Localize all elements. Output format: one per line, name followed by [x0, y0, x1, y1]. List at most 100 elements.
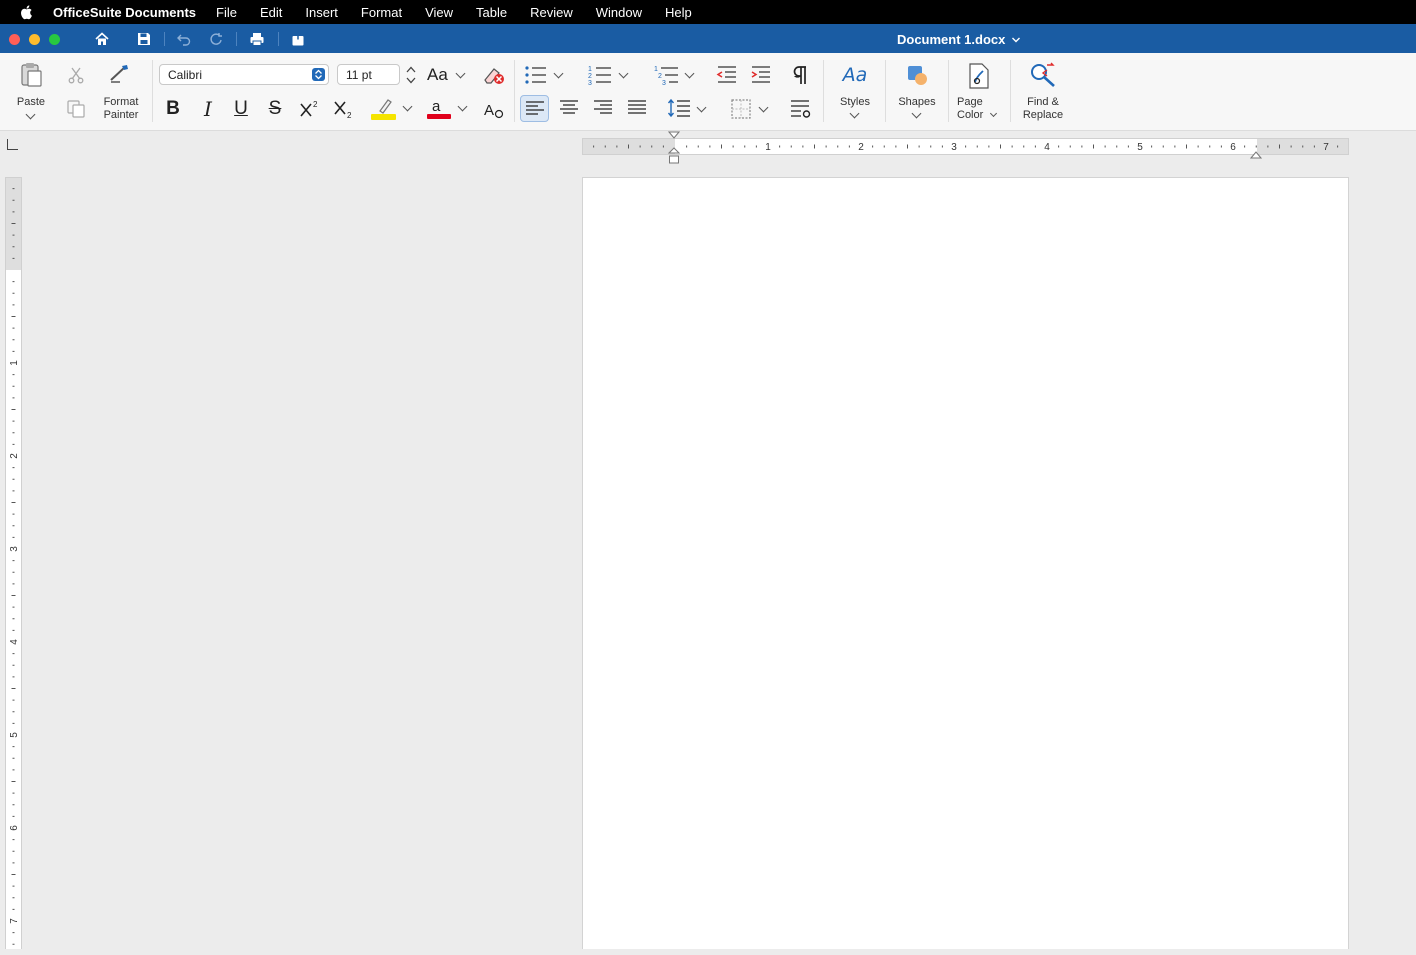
redo-icon[interactable] [208, 31, 224, 47]
strikethrough-label: S [268, 98, 282, 119]
share-icon[interactable] [290, 31, 306, 47]
cut-icon[interactable] [67, 66, 85, 84]
numbered-list-icon[interactable]: 1 2 3 [588, 64, 612, 86]
shapes-label[interactable]: Shapes [894, 96, 940, 109]
menu-help[interactable]: Help [665, 5, 692, 20]
quick-access-divider-3 [278, 32, 279, 46]
document-page[interactable] [582, 177, 1349, 949]
ribbon-divider [885, 60, 886, 122]
ribbon-divider [1010, 60, 1011, 122]
ruler-number: 5 [1137, 142, 1143, 153]
print-icon[interactable] [249, 31, 265, 47]
align-center-icon[interactable] [559, 99, 579, 117]
menu-window[interactable]: Window [596, 5, 642, 20]
font-name-select[interactable]: Calibri [159, 64, 329, 85]
subscript-icon[interactable]: 2 [332, 98, 356, 120]
styles-label[interactable]: Styles [833, 96, 877, 109]
close-window-button[interactable] [9, 34, 20, 45]
svg-text:3: 3 [662, 80, 666, 86]
paste-button-label[interactable]: Paste [10, 96, 52, 109]
clear-formatting-icon[interactable] [482, 64, 506, 86]
menu-bar: OfficeSuite Documents File Edit Insert F… [0, 0, 1416, 24]
home-icon[interactable] [94, 31, 110, 47]
underline-button[interactable]: U [230, 97, 252, 121]
strikethrough-button[interactable]: S [264, 97, 286, 121]
horizontal-ruler[interactable]: 1 2 3 4 5 6 7 [582, 138, 1349, 155]
paste-icon[interactable] [19, 61, 43, 87]
font-size-stepper-icon[interactable] [404, 64, 418, 86]
ruler-number: 2 [858, 142, 864, 153]
vertical-ruler[interactable]: 1 2 3 4 5 6 7 [5, 177, 22, 949]
align-left-button[interactable] [520, 95, 549, 122]
bullet-list-icon[interactable] [524, 65, 548, 85]
bold-button[interactable]: B [162, 97, 184, 121]
change-case-label: Aa [427, 65, 448, 84]
increase-indent-icon[interactable] [750, 64, 772, 86]
ruler-number: 4 [9, 639, 20, 645]
document-title: Document 1.docx [897, 32, 1006, 47]
minimize-window-button[interactable] [29, 34, 40, 45]
character-style-icon[interactable]: A [483, 98, 505, 120]
superscript-icon[interactable]: 2 [298, 98, 322, 120]
chevron-down-icon [1012, 37, 1021, 42]
menu-format[interactable]: Format [361, 5, 402, 20]
line-spacing-icon[interactable] [667, 97, 691, 119]
svg-text:2: 2 [313, 100, 318, 109]
styles-icon[interactable]: Aa [840, 63, 870, 87]
svg-text:1: 1 [654, 66, 658, 73]
page-color-icon[interactable] [967, 62, 991, 90]
undo-icon[interactable] [176, 31, 192, 47]
menu-edit[interactable]: Edit [260, 5, 282, 20]
tab-stop-selector[interactable] [7, 139, 18, 150]
first-line-indent-marker[interactable] [668, 131, 680, 165]
show-formatting-marks-icon[interactable] [792, 64, 810, 86]
align-left-icon [526, 101, 544, 115]
ruler-number: 5 [9, 732, 20, 738]
right-indent-marker[interactable] [1250, 149, 1262, 159]
menu-view[interactable]: View [425, 5, 453, 20]
find-replace-label[interactable]: Find & Replace [1018, 96, 1068, 122]
borders-icon[interactable] [730, 98, 752, 120]
menu-insert[interactable]: Insert [305, 5, 338, 20]
apple-icon[interactable] [19, 4, 35, 20]
font-size-value: 11 pt [346, 67, 372, 82]
app-name-menu[interactable]: OfficeSuite Documents [53, 5, 196, 20]
horizontal-ruler-ticks: 1 2 3 4 5 6 7 [583, 139, 1348, 154]
svg-text:3: 3 [588, 80, 592, 86]
underline-label: U [234, 98, 248, 119]
format-painter-icon[interactable] [108, 63, 134, 85]
svg-text:a: a [432, 98, 441, 115]
ribbon-divider [514, 60, 515, 122]
page-color-label[interactable]: Page Color [957, 96, 997, 122]
ruler-number: 7 [9, 918, 20, 924]
paragraph-settings-icon[interactable] [790, 98, 812, 120]
menu-review[interactable]: Review [530, 5, 573, 20]
find-replace-icon[interactable] [1028, 62, 1058, 88]
multilevel-list-icon[interactable]: 1 2 3 [654, 64, 680, 86]
font-color-icon[interactable]: a [426, 96, 452, 122]
ruler-number: 4 [1044, 142, 1050, 153]
shapes-icon[interactable] [905, 63, 931, 89]
decrease-indent-icon[interactable] [716, 64, 738, 86]
ruler-number: 1 [765, 142, 771, 153]
ruler-number: 3 [9, 546, 20, 552]
ribbon-divider [823, 60, 824, 122]
copy-icon[interactable] [66, 99, 86, 119]
ruler-number: 3 [951, 142, 957, 153]
menu-table[interactable]: Table [476, 5, 507, 20]
highlight-color-icon[interactable] [370, 96, 398, 122]
save-icon[interactable] [136, 31, 152, 47]
ribbon-divider [948, 60, 949, 122]
align-right-icon[interactable] [593, 99, 613, 117]
format-painter-label[interactable]: Format Painter [96, 96, 146, 122]
italic-button[interactable]: I [197, 97, 219, 121]
document-title-dropdown[interactable]: Document 1.docx [897, 32, 1021, 47]
ruler-number: 2 [9, 453, 20, 459]
svg-text:A: A [484, 102, 494, 119]
justify-icon[interactable] [627, 99, 647, 117]
font-size-field[interactable]: 11 pt [337, 64, 400, 85]
ruler-number: 7 [1323, 142, 1329, 153]
menu-file[interactable]: File [216, 5, 237, 20]
change-case-button[interactable]: Aa [427, 65, 466, 85]
zoom-window-button[interactable] [49, 34, 60, 45]
